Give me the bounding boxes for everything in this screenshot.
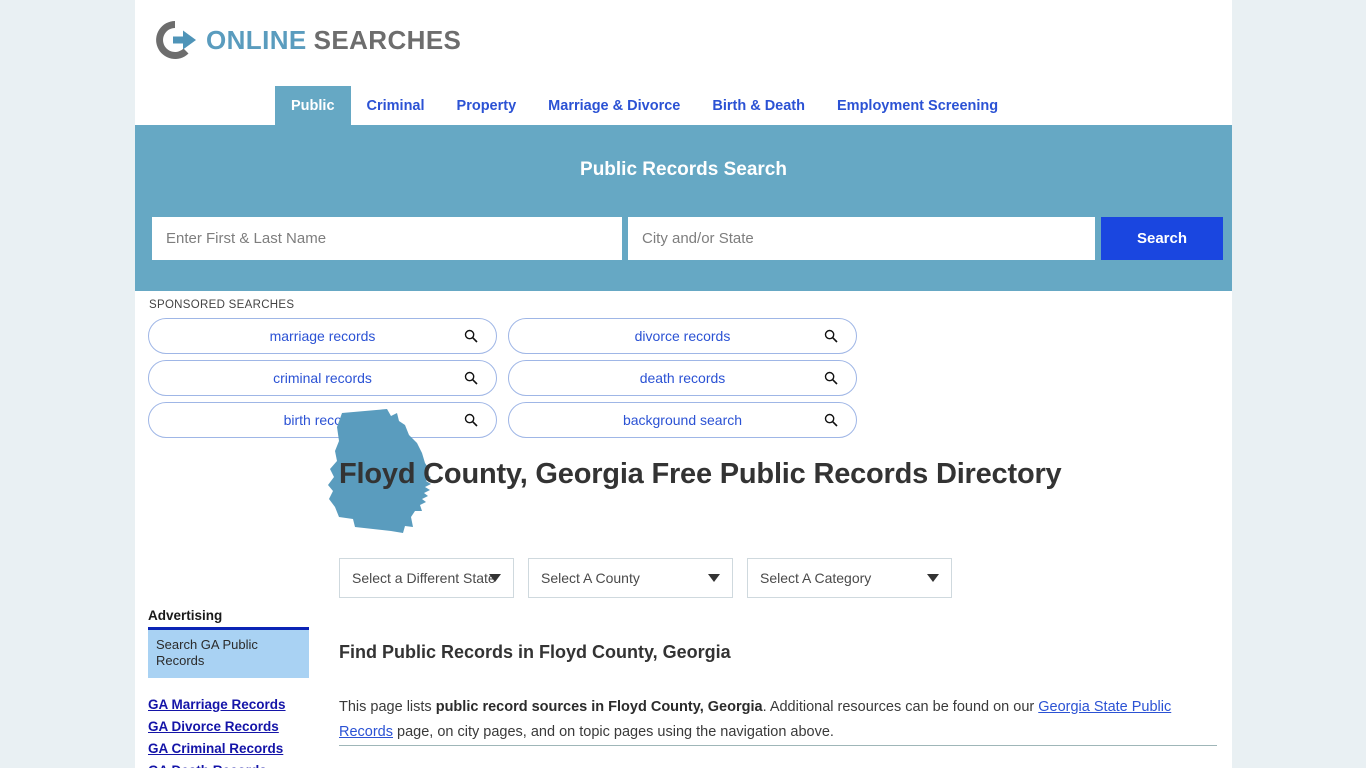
nav-item-public[interactable]: Public xyxy=(275,86,351,125)
article-text-part2: . Additional resources can be found on o… xyxy=(762,698,1039,715)
magnifier-icon xyxy=(464,329,478,343)
sponsored-pill-label: divorce records xyxy=(634,328,731,344)
article-heading: Find Public Records in Floyd County, Geo… xyxy=(339,641,731,662)
article-paragraph: This page lists public record sources in… xyxy=(339,695,1214,745)
magnifier-icon xyxy=(824,413,838,427)
site-container: ONLINE SEARCHES Public Criminal Property … xyxy=(135,0,1232,768)
select-state-label: Select a Different State xyxy=(352,570,496,586)
sponsored-pill-label: marriage records xyxy=(269,328,376,344)
main-navigation: Public Criminal Property Marriage & Divo… xyxy=(135,86,1232,128)
sponsored-searches-list: marriage records divorce records crimina… xyxy=(148,318,1216,438)
sidebar-link-ga-divorce-records[interactable]: GA Divorce Records xyxy=(148,717,309,737)
sidebar-link-ga-marriage-records[interactable]: GA Marriage Records xyxy=(148,695,309,715)
sponsored-pill-death-records[interactable]: death records xyxy=(508,360,857,396)
page-title: Floyd County, Georgia Free Public Record… xyxy=(339,458,1062,491)
search-submit-button[interactable]: Search xyxy=(1101,217,1223,260)
left-sidebar: Advertising Search GA Public Records GA … xyxy=(148,608,309,768)
sidebar-link-ga-death-records[interactable]: GA Death Records xyxy=(148,761,309,768)
circle-arrow-icon xyxy=(152,17,198,63)
magnifier-icon xyxy=(824,371,838,385)
chevron-down-icon xyxy=(927,574,939,582)
public-records-search-panel: Public Records Search Search xyxy=(135,128,1232,291)
ad-search-ga-public-records[interactable]: Search GA Public Records xyxy=(148,627,309,678)
select-category-label: Select A Category xyxy=(760,570,872,586)
sidebar-links-list: GA Marriage Records GA Divorce Records G… xyxy=(148,695,309,768)
search-panel-title: Public Records Search xyxy=(580,159,787,180)
filter-select-row: Select a Different State Select A County… xyxy=(339,558,952,598)
sponsored-searches-label: SPONSORED SEARCHES xyxy=(149,299,295,311)
magnifier-icon xyxy=(464,413,478,427)
magnifier-icon xyxy=(824,329,838,343)
search-name-input[interactable] xyxy=(152,217,622,260)
advertising-label: Advertising xyxy=(148,608,223,623)
nav-item-criminal[interactable]: Criminal xyxy=(351,86,441,125)
sponsored-pill-label: background search xyxy=(622,412,743,428)
sponsored-pill-divorce-records[interactable]: divorce records xyxy=(508,318,857,354)
article-text-part3: page, on city pages, and on topic pages … xyxy=(393,723,834,740)
nav-item-marriage-divorce[interactable]: Marriage & Divorce xyxy=(532,86,696,125)
logo-text: ONLINE SEARCHES xyxy=(206,25,461,56)
sponsored-pill-criminal-records[interactable]: criminal records xyxy=(148,360,497,396)
sponsored-pill-marriage-records[interactable]: marriage records xyxy=(148,318,497,354)
logo-text-online: ONLINE xyxy=(206,24,307,55)
sponsored-pill-label: death records xyxy=(639,370,726,386)
select-category-dropdown[interactable]: Select A Category xyxy=(747,558,952,598)
search-location-input[interactable] xyxy=(628,217,1095,260)
page-root: ONLINE SEARCHES Public Criminal Property … xyxy=(0,0,1366,768)
chevron-down-icon xyxy=(489,574,501,582)
select-county-dropdown[interactable]: Select A County xyxy=(528,558,733,598)
nav-item-property[interactable]: Property xyxy=(441,86,533,125)
nav-list: Public Criminal Property Marriage & Divo… xyxy=(275,86,1014,125)
sponsored-pill-background-search[interactable]: background search xyxy=(508,402,857,438)
select-state-dropdown[interactable]: Select a Different State xyxy=(339,558,514,598)
chevron-down-icon xyxy=(708,574,720,582)
sidebar-link-ga-criminal-records[interactable]: GA Criminal Records xyxy=(148,739,309,759)
site-logo[interactable]: ONLINE SEARCHES xyxy=(152,17,461,63)
nav-item-birth-death[interactable]: Birth & Death xyxy=(696,86,821,125)
article-text-part1: This page lists xyxy=(339,698,436,715)
select-county-label: Select A County xyxy=(541,570,640,586)
sponsored-pill-label: criminal records xyxy=(273,370,372,386)
logo-text-searches: SEARCHES xyxy=(313,24,462,55)
magnifier-icon xyxy=(464,371,478,385)
search-form: Search xyxy=(152,217,1223,260)
section-divider xyxy=(339,745,1217,746)
nav-item-employment-screening[interactable]: Employment Screening xyxy=(821,86,1014,125)
article-bold-phrase: public record sources in Floyd County, G… xyxy=(435,698,763,715)
